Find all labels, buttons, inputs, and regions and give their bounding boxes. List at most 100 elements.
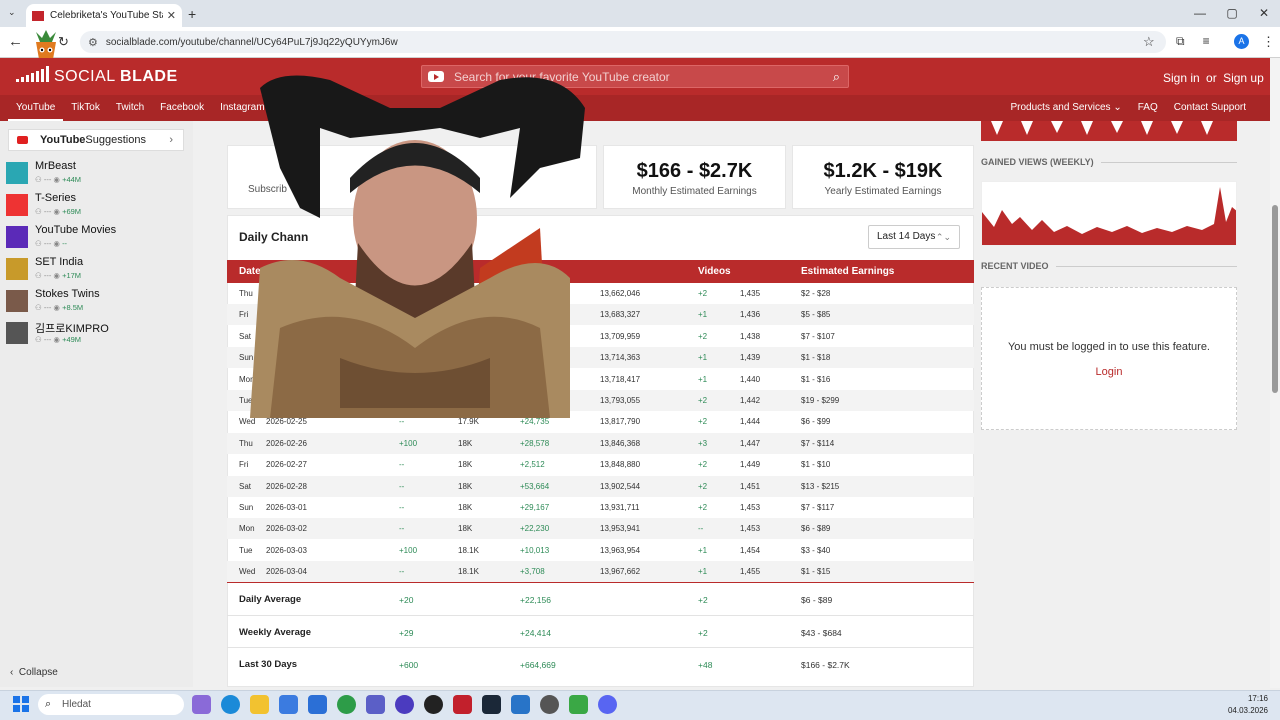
address-bar[interactable]: ⚙ socialblade.com/youtube/channel/UCy64P… bbox=[80, 31, 1166, 53]
summary-views: +22,156 bbox=[520, 595, 551, 605]
brand-second: BLADE bbox=[120, 68, 178, 85]
profile-avatar[interactable]: A bbox=[1234, 34, 1249, 49]
browser-extension-icons: ⧉ ≡ bbox=[1176, 34, 1210, 49]
monthly-earnings-card: $166 - $2.7K Monthly Estimated Earnings bbox=[603, 145, 786, 209]
sidebar-channel-item[interactable]: 김프로KIMPRO ⚇ --- ◉ +49M bbox=[6, 320, 186, 350]
channel-dash: --- bbox=[43, 271, 52, 280]
media-queue-icon[interactable]: ≡ bbox=[1203, 34, 1210, 49]
teams-icon[interactable] bbox=[366, 695, 385, 714]
app-gray-icon[interactable] bbox=[540, 695, 559, 714]
summary-earnings: $6 - $89 bbox=[801, 595, 833, 605]
nav-contact-support[interactable]: Contact Support bbox=[1166, 95, 1254, 121]
nav-twitch[interactable]: Twitch bbox=[108, 95, 152, 121]
bookmark-star-icon[interactable]: ☆ bbox=[1143, 34, 1155, 50]
summary-label: Weekly Average bbox=[239, 627, 311, 638]
channel-gain: -- bbox=[62, 239, 68, 248]
summary-views: +24,414 bbox=[520, 628, 551, 638]
file-explorer-icon[interactable] bbox=[250, 695, 269, 714]
socialblade-logo-icon[interactable] bbox=[16, 66, 49, 82]
yearly-earnings-label: Yearly Estimated Earnings bbox=[824, 186, 942, 197]
browser-menu-icon[interactable]: ⋮ bbox=[1262, 34, 1275, 50]
cell-earnings: $2 - $28 bbox=[801, 289, 831, 298]
channel-avatar bbox=[6, 322, 28, 344]
sign-in-link[interactable]: Sign in bbox=[1163, 71, 1200, 85]
sidebar-channel-item[interactable]: SET India ⚇ --- ◉ +17M bbox=[6, 256, 186, 286]
eye-icon: ◉ bbox=[53, 271, 60, 280]
yearly-earnings-value: $1.2K - $19K bbox=[823, 160, 943, 182]
play-icon[interactable] bbox=[569, 695, 588, 714]
mail-icon[interactable] bbox=[308, 695, 327, 714]
steam-icon[interactable] bbox=[482, 695, 501, 714]
discord-icon[interactable] bbox=[598, 695, 617, 714]
collapse-sidebar-button[interactable]: ‹ Collapse bbox=[10, 667, 58, 678]
new-tab-button[interactable]: + bbox=[188, 6, 196, 22]
channel-stats: ⚇ --- ◉ +69M bbox=[35, 207, 81, 216]
summary-row: Weekly Average +29 +24,414 +2 $43 - $684 bbox=[227, 615, 974, 647]
cell-subs: 18K bbox=[458, 503, 473, 512]
sidebar-channel-item[interactable]: T-Series ⚇ --- ◉ +69M bbox=[6, 192, 186, 222]
close-window-button[interactable]: ✕ bbox=[1248, 0, 1280, 27]
table-row: Tue 2026-03-03 +100 18.1K +10,013 13,963,954 +… bbox=[227, 540, 974, 561]
recent-video-heading: RECENT VIDEO bbox=[981, 261, 1049, 271]
nav-faq[interactable]: FAQ bbox=[1130, 95, 1166, 121]
sidebar-channel-item[interactable]: YouTube Movies ⚇ --- ◉ -- bbox=[6, 224, 186, 254]
user-icon: ⚇ bbox=[35, 303, 42, 312]
clock-time: 17:16 bbox=[1247, 694, 1268, 703]
url-text: socialblade.com/youtube/channel/UCy64PuL… bbox=[105, 36, 398, 48]
cell-earnings: $7 - $114 bbox=[801, 438, 835, 448]
divider bbox=[1056, 266, 1237, 267]
app-icon[interactable] bbox=[395, 695, 414, 714]
extensions-puzzle-icon[interactable]: ⧉ bbox=[1176, 34, 1185, 49]
system-clock[interactable]: 17:16 04.03.2026 bbox=[1220, 693, 1268, 717]
nav-products-and-services[interactable]: Products and Services ⌄ bbox=[1002, 95, 1129, 121]
or-text: or bbox=[1206, 71, 1217, 85]
tab-list-chevron-icon[interactable]: ⌄ bbox=[8, 7, 16, 18]
app-red-icon[interactable] bbox=[453, 695, 472, 714]
scrollbar-thumb[interactable] bbox=[1272, 205, 1278, 393]
summary-videos: +48 bbox=[698, 660, 713, 670]
app-blue-icon[interactable] bbox=[511, 695, 530, 714]
cell-videos: 1,436 bbox=[740, 310, 761, 320]
maximize-button[interactable]: ▢ bbox=[1216, 0, 1248, 27]
browser-tab[interactable]: Celebriketa's YouTube Statistic ✕ bbox=[26, 4, 182, 27]
sidebar-channel-item[interactable]: MrBeast ⚇ --- ◉ +44M bbox=[6, 160, 186, 190]
nav-facebook[interactable]: Facebook bbox=[152, 95, 212, 121]
nav-youtube[interactable]: YouTube bbox=[8, 95, 64, 121]
cell-earnings: $7 - $107 bbox=[801, 331, 835, 341]
tab-close-icon[interactable]: ✕ bbox=[167, 9, 176, 22]
edge-icon[interactable] bbox=[221, 695, 240, 714]
microsoft-store-icon[interactable] bbox=[279, 695, 298, 714]
channel-gain: +8.5M bbox=[62, 303, 84, 312]
user-icon: ⚇ bbox=[35, 271, 42, 280]
back-arrow-icon[interactable]: ← bbox=[8, 33, 23, 50]
range-select[interactable]: Last 14 Days ⌃⌄ bbox=[868, 225, 960, 249]
streamer-webcam-overlay bbox=[250, 75, 585, 418]
minimize-button[interactable]: — bbox=[1184, 0, 1216, 27]
wordpress-icon[interactable] bbox=[424, 695, 443, 714]
youtube-suggestions-header[interactable]: YouTube Suggestions › bbox=[8, 129, 184, 151]
site-brand[interactable]: SOCIAL BLADE bbox=[54, 68, 178, 86]
copilot-icon[interactable] bbox=[192, 695, 211, 714]
site-info-icon[interactable]: ⚙ bbox=[88, 36, 98, 49]
cell-date: 2026-02-25 bbox=[266, 417, 307, 427]
cell-views: 13,714,363 bbox=[600, 353, 641, 363]
cell-subs: 17.9K bbox=[458, 417, 479, 427]
nav-tiktok[interactable]: TikTok bbox=[63, 95, 108, 121]
taskbar-search-input[interactable]: ⌕ Hledat bbox=[38, 694, 184, 715]
chrome-icon[interactable] bbox=[337, 695, 356, 714]
cell-day: Sat bbox=[239, 481, 252, 491]
channel-gain: +69M bbox=[62, 207, 82, 216]
summary-row: Daily Average +20 +22,156 +2 $6 - $89 bbox=[227, 583, 974, 615]
search-icon[interactable]: ⌕ bbox=[833, 69, 840, 85]
brand-first: SOCIAL bbox=[54, 68, 116, 85]
cell-views-delta: +28,578 bbox=[520, 438, 550, 448]
summary-videos: +2 bbox=[698, 595, 708, 605]
windows-start-icon[interactable] bbox=[13, 696, 29, 712]
login-link[interactable]: Login bbox=[982, 366, 1236, 378]
collapse-label: Collapse bbox=[18, 667, 58, 678]
sign-up-link[interactable]: Sign up bbox=[1223, 71, 1264, 85]
sidebar-channel-item[interactable]: Stokes Twins ⚇ --- ◉ +8.5M bbox=[6, 288, 186, 318]
channel-stats: ⚇ --- ◉ +17M bbox=[35, 271, 81, 280]
yearly-earnings-card: $1.2K - $19K Yearly Estimated Earnings bbox=[792, 145, 974, 209]
summary-row: Last 30 Days +600 +664,669 +48 $166 - $2.7K bbox=[227, 647, 974, 679]
